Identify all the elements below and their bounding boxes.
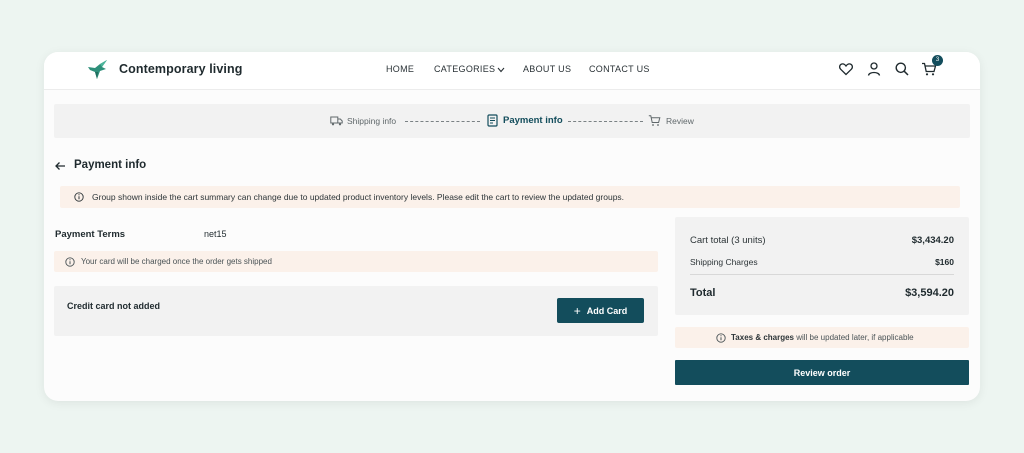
cart-total-value: $3,434.20 xyxy=(911,235,954,246)
info-icon xyxy=(716,333,726,343)
add-card-button[interactable]: + Add Card xyxy=(557,298,644,323)
cart-total-label: Cart total (3 units) xyxy=(690,235,766,246)
search-icon[interactable] xyxy=(894,61,910,77)
user-icon[interactable] xyxy=(866,61,882,77)
charge-note: Your card will be charged once the order… xyxy=(54,251,658,272)
page-title: Payment info xyxy=(74,159,147,171)
nav-home[interactable]: HOME xyxy=(386,64,414,74)
shipping-charges-value: $160 xyxy=(935,257,954,267)
add-card-label: Add Card xyxy=(586,305,628,316)
credit-card-panel: Credit card not added + Add Card xyxy=(54,286,658,336)
info-icon xyxy=(74,192,84,202)
step-connector xyxy=(568,121,643,122)
checkout-stepper: Shipping info Payment info Review xyxy=(54,104,970,138)
nav-categories[interactable]: CATEGORIES xyxy=(434,64,505,74)
tax-note-bold: Taxes & charges xyxy=(731,333,794,342)
step-connector xyxy=(405,121,480,122)
summary-divider xyxy=(690,274,954,275)
nav-contact[interactable]: CONTACT US xyxy=(589,64,650,74)
order-summary: Cart total (3 units) $3,434.20 Shipping … xyxy=(675,217,969,315)
shipping-charges-label: Shipping Charges xyxy=(690,257,758,267)
cart-count-badge: 3 xyxy=(932,55,943,66)
review-order-button[interactable]: Review order xyxy=(675,360,969,385)
truck-icon xyxy=(330,116,343,126)
tax-note-rest: will be updated later, if applicable xyxy=(794,333,914,342)
hummingbird-icon[interactable] xyxy=(86,58,110,82)
card-status: Credit card not added xyxy=(67,301,161,311)
brand-name[interactable]: Contemporary living xyxy=(119,62,242,76)
nav-about[interactable]: ABOUT US xyxy=(523,64,571,74)
cart-icon xyxy=(648,115,661,126)
total-value: $3,594.20 xyxy=(905,287,954,299)
total-label: Total xyxy=(690,287,716,299)
receipt-icon xyxy=(487,114,498,127)
checkout-window: Contemporary living HOME CATEGORIES ABOU… xyxy=(44,52,980,401)
back-arrow-icon[interactable] xyxy=(54,160,66,172)
step-review[interactable]: Review xyxy=(666,116,694,126)
heart-icon[interactable] xyxy=(838,61,854,77)
payment-terms-value: net15 xyxy=(204,229,227,239)
inventory-notice: Group shown inside the cart summary can … xyxy=(60,186,960,208)
inventory-notice-text: Group shown inside the cart summary can … xyxy=(92,192,625,202)
step-shipping-info[interactable]: Shipping info xyxy=(347,116,396,126)
info-icon xyxy=(65,257,75,267)
plus-icon: + xyxy=(573,303,581,318)
payment-terms-label: Payment Terms xyxy=(55,229,126,240)
charge-note-text: Your card will be charged once the order… xyxy=(81,257,272,266)
step-payment-info[interactable]: Payment info xyxy=(503,115,563,126)
nav-categories-label: CATEGORIES xyxy=(434,64,496,74)
site-header: Contemporary living HOME CATEGORIES ABOU… xyxy=(44,52,980,90)
tax-note-text: Taxes & charges will be updated later, i… xyxy=(731,333,914,342)
tax-note: Taxes & charges will be updated later, i… xyxy=(675,327,969,348)
chevron-down-icon xyxy=(497,67,505,72)
